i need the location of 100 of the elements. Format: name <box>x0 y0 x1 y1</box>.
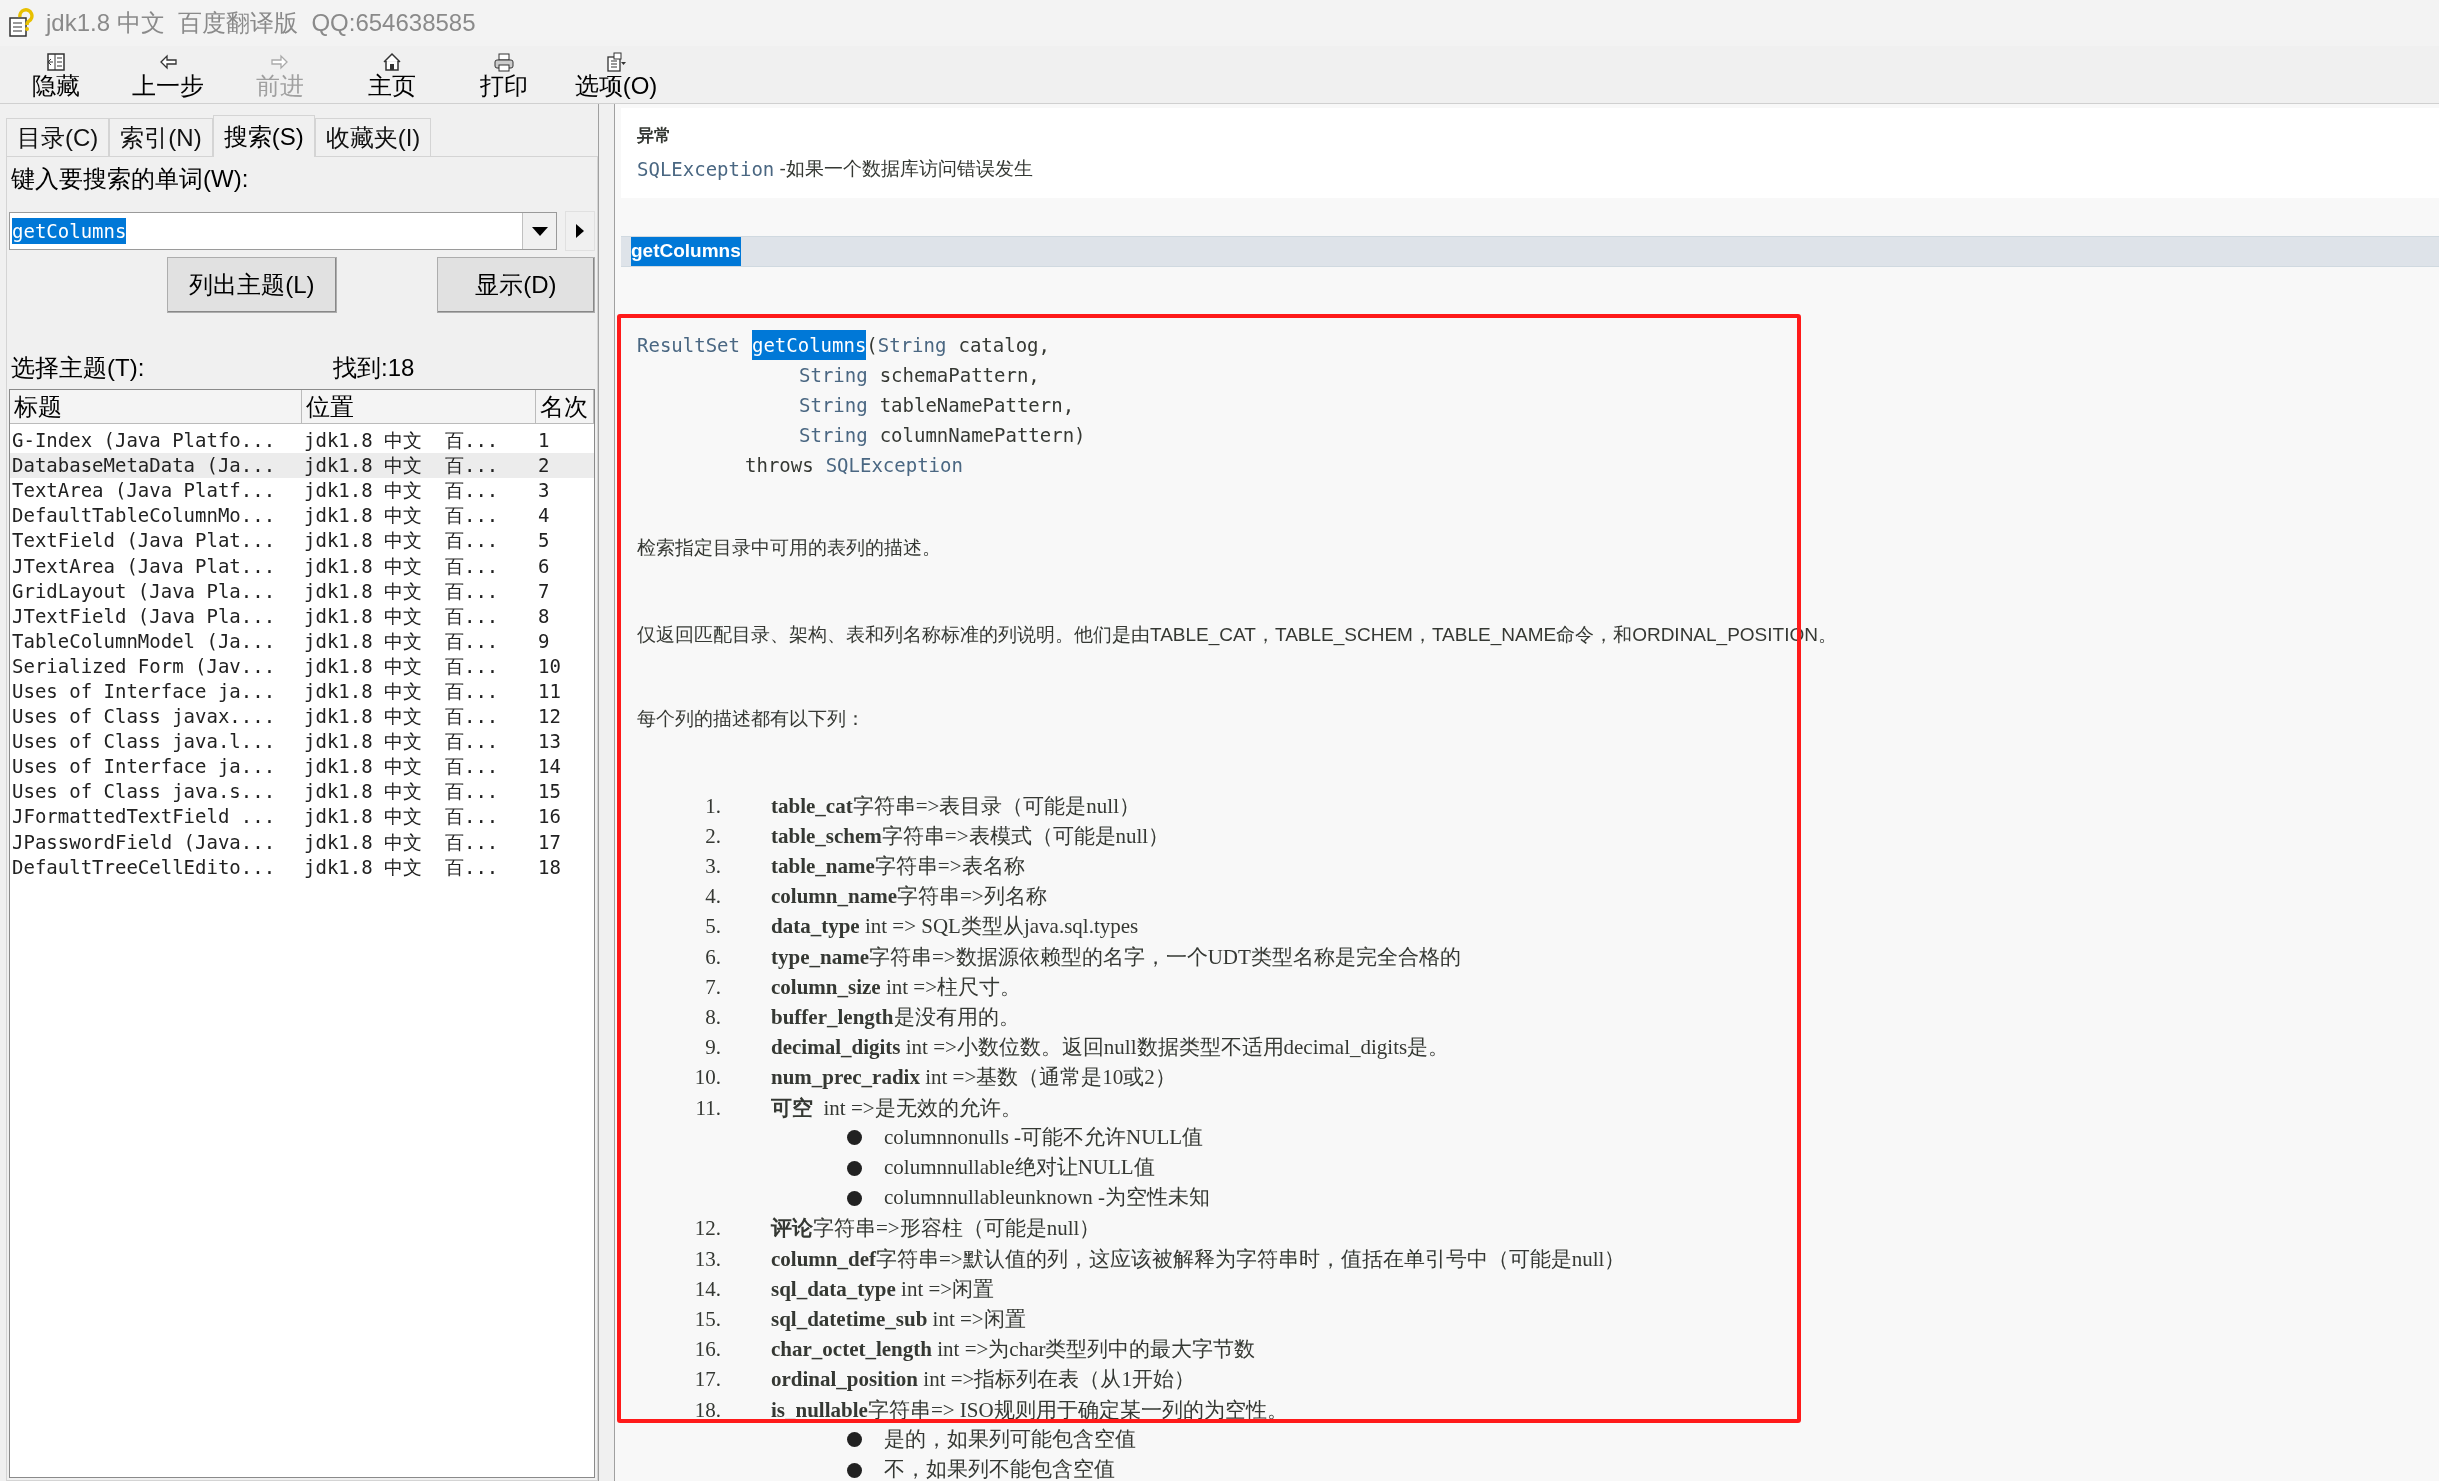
table-cell-text: TextArea (Java Platf... <box>11 478 277 504</box>
display-button[interactable]: 显示(D) <box>436 257 595 313</box>
toolbar-button[interactable]: 上一步 <box>112 46 224 103</box>
list-number: 6. <box>704 943 722 971</box>
parameter-name: tableNamePattern, <box>879 392 1075 418</box>
table-cell-text: 3 <box>537 478 551 504</box>
dropdown-button[interactable] <box>522 213 556 249</box>
table-cell-text: 11 <box>537 679 562 704</box>
type-link[interactable]: String <box>799 419 868 450</box>
list-item-text: 可空 int =>是无效的允许。 <box>771 1094 1022 1122</box>
table-cell-text: 15 <box>537 779 562 805</box>
type-link[interactable]: String <box>799 359 868 390</box>
table-cell-text: jdk1.8 中文 百... <box>303 478 500 504</box>
tab[interactable]: 收藏夹(I) <box>314 118 432 156</box>
throws-keyword: throws <box>745 452 814 478</box>
table-cell-text: Uses of Interface ja... <box>11 754 277 780</box>
table-cell-text: 17 <box>537 829 562 855</box>
column-header[interactable]: 标题 <box>10 390 302 423</box>
list-topics-button[interactable]: 列出主题(L) <box>167 257 337 313</box>
table-cell-text: jdk1.8 中文 百... <box>303 503 500 529</box>
bullet-icon <box>847 1432 862 1448</box>
table-cell-text: 13 <box>537 729 562 755</box>
select-topic-label: 选择主题(T): <box>11 353 146 383</box>
table-cell-text: jdk1.8 中文 百... <box>303 453 500 479</box>
window-title: jdk1.8 中文 百度翻译版 QQ:654638585 <box>46 8 476 38</box>
column-header[interactable]: 名次 <box>536 390 594 423</box>
home-icon <box>381 52 403 72</box>
search-field[interactable]: getColumns <box>9 212 557 250</box>
method-heading: getColumns <box>631 237 741 266</box>
parameter-name: schemaPattern, <box>879 362 1040 388</box>
tab[interactable]: 索引(N) <box>109 118 213 156</box>
list-item-text: decimal_digits int =>小数位数。返回null数据类型不适用decimal_digits是。 <box>771 1034 1450 1062</box>
table-cell-text: 8 <box>537 603 551 629</box>
table-cell-text: 18 <box>537 854 562 880</box>
paragraph: 每个列的描述都有以下列： <box>637 706 866 731</box>
table-cell-text: jdk1.8 中文 百... <box>303 704 500 730</box>
table-cell-text: 12 <box>537 704 562 730</box>
table-cell-text: jdk1.8 中文 百... <box>303 804 500 830</box>
type-link[interactable]: String <box>877 329 947 360</box>
list-item-text: buffer_length是没有用的。 <box>771 1003 1020 1031</box>
table-cell-text: Serialized Form (Jav... <box>11 653 277 679</box>
list-item-text: columnnullable绝对让NULL值 <box>884 1154 1155 1182</box>
document-dropdown-icon <box>605 52 627 72</box>
list-number: 1. <box>704 792 722 820</box>
exception-link[interactable]: SQLException <box>637 154 775 184</box>
table-cell-text: JPasswordField (Java... <box>11 829 277 855</box>
toolbar-button[interactable]: 主页 <box>336 46 448 103</box>
table-cell-text: 2 <box>537 453 551 479</box>
list-item-text: columnnonulls -可能不允许NULL值 <box>884 1124 1204 1152</box>
hide-panel-icon <box>45 52 67 72</box>
table-cell-text: Uses of Class java.l... <box>11 729 277 755</box>
toolbar-button[interactable]: 隐藏 <box>0 46 112 103</box>
list-item-text: column_def字符串=>默认值的列，这应该被解释为字符串时，值括在单引号中（可能是null） <box>771 1245 1626 1273</box>
type-link[interactable]: String <box>799 389 868 420</box>
table-cell-text: DatabaseMetaData (Ja... <box>11 453 277 479</box>
table-cell-text: JTextArea (Java Plat... <box>11 553 277 579</box>
table-cell-text: jdk1.8 中文 百... <box>303 679 500 704</box>
go-button[interactable] <box>565 211 595 251</box>
bullet-icon <box>847 1160 862 1176</box>
method-name: getColumns <box>751 329 867 360</box>
list-item-text: sql_datetime_sub int =>闲置 <box>771 1305 1026 1333</box>
list-number: 14. <box>693 1275 722 1303</box>
table-cell-text: 1 <box>537 428 551 454</box>
table-cell-text: 6 <box>537 553 551 579</box>
list-number: 11. <box>694 1094 722 1122</box>
table-cell-text: Uses of Class java.s... <box>11 779 277 805</box>
list-number: 16. <box>693 1336 722 1364</box>
list-number: 4. <box>704 883 722 911</box>
table-cell-text: G-Index (Java Platfo... <box>11 428 277 454</box>
toolbar-button[interactable]: 打印 <box>448 46 560 103</box>
table-cell-text: 9 <box>537 628 551 654</box>
caret-down-icon <box>531 226 548 236</box>
table-cell-text: GridLayout (Java Pla... <box>11 578 277 604</box>
list-item-text: sql_data_type int =>闲置 <box>771 1275 995 1303</box>
found-count: 找到:18 <box>333 353 415 383</box>
table-cell-text: 14 <box>537 754 562 780</box>
exception-link[interactable]: SQLException <box>825 449 963 480</box>
tab[interactable]: 搜索(S) <box>212 115 315 157</box>
bullet-icon <box>847 1130 862 1146</box>
paren: ( <box>866 332 878 358</box>
table-cell-text: jdk1.8 中文 百... <box>303 779 500 805</box>
parameter-name: catalog, <box>958 332 1050 358</box>
list-item-text: char_octet_length int =>为char类型列中的最大字节数 <box>771 1336 1256 1364</box>
table-cell-text: 4 <box>537 503 551 529</box>
bullet-icon <box>847 1190 862 1206</box>
tab[interactable]: 目录(C) <box>6 118 110 156</box>
type-link[interactable]: ResultSet <box>637 329 740 360</box>
search-label: 键入要搜索的单词(W): <box>11 164 250 194</box>
table-cell-text: jdk1.8 中文 百... <box>303 754 500 780</box>
table-cell-text: jdk1.8 中文 百... <box>303 829 500 855</box>
result-row[interactable]: DatabaseMetaData (Ja... jdk1.8 中文 百... 2 <box>10 453 594 479</box>
list-item-text: column_name字符串=>列名称 <box>771 883 1047 911</box>
table-cell-text: 16 <box>537 804 562 830</box>
list-number: 18. <box>693 1396 722 1424</box>
table-cell-text: Uses of Class javax.... <box>11 704 277 730</box>
toolbar-button[interactable]: 选项(O) <box>560 46 672 103</box>
play-icon <box>576 224 584 238</box>
column-header[interactable]: 位置 <box>302 390 536 423</box>
exception-description: -如果一个数据库访问错误发生 <box>778 157 1033 181</box>
list-item-text: num_prec_radix int =>基数（通常是10或2） <box>771 1064 1176 1092</box>
